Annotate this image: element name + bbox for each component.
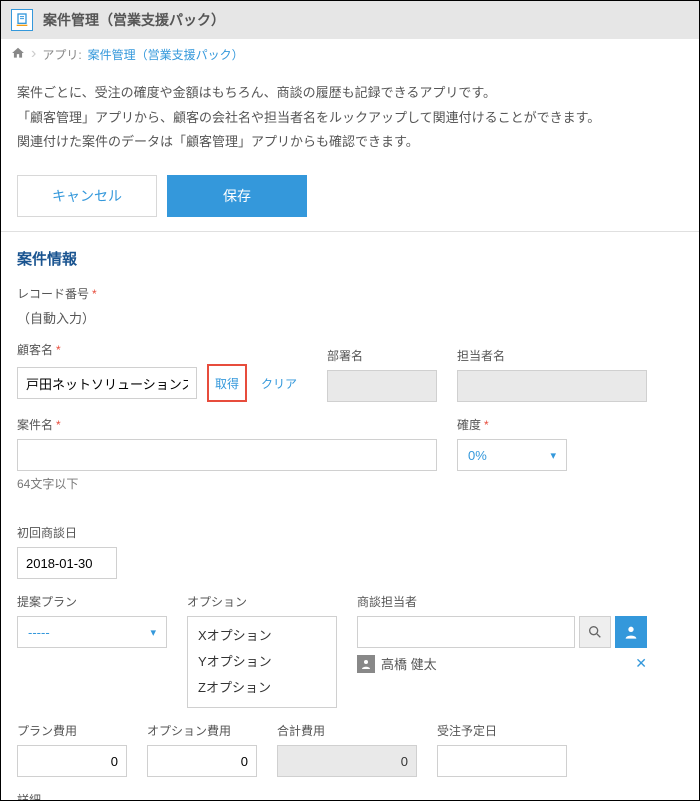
option-cost-label: オプション費用 (147, 722, 257, 739)
record-no-auto: （自動入力） (17, 308, 683, 327)
plan-cost-input[interactable] (17, 745, 127, 777)
order-date-label: 受注予定日 (437, 722, 567, 739)
desc-line: 「顧客管理」アプリから、顧客の会社名や担当者名をルックアップして関連付けることが… (17, 106, 683, 131)
breadcrumb-prefix: アプリ: (42, 46, 81, 63)
avatar-icon (357, 655, 375, 673)
option-cost-input[interactable] (147, 745, 257, 777)
chevron-down-icon: ▾ (150, 626, 156, 639)
customer-input[interactable] (17, 367, 197, 399)
first-meeting-label: 初回商談日 (17, 524, 117, 541)
search-button[interactable] (579, 616, 611, 648)
remove-user-icon[interactable]: ✕ (635, 655, 647, 672)
fetch-highlight: 取得 (207, 364, 247, 402)
department-value (327, 370, 437, 402)
app-title: 案件管理（営業支援パック） (43, 10, 225, 30)
plan-cost-label: プラン費用 (17, 722, 127, 739)
detail-label: 詳細 (17, 791, 683, 801)
plan-label: 提案プラン (17, 593, 167, 610)
clear-link[interactable]: クリア (257, 367, 301, 399)
chevron-right-icon: › (31, 45, 36, 63)
total-cost-label: 合計費用 (277, 722, 417, 739)
record-no-label: レコード番号* (17, 285, 683, 302)
person-icon (623, 624, 639, 640)
option-item[interactable]: Zオプション (198, 675, 326, 701)
app-header: 案件管理（営業支援パック） (1, 1, 699, 39)
contact-value (457, 370, 647, 402)
search-icon (587, 624, 603, 640)
deal-name-label: 案件名* (17, 416, 437, 433)
section-title: 案件情報 (17, 248, 683, 269)
order-date-input[interactable] (437, 745, 567, 777)
department-label: 部署名 (327, 347, 437, 364)
breadcrumb: › アプリ: 案件管理（営業支援パック） (1, 39, 699, 69)
probability-select[interactable]: 0%▾ (457, 439, 567, 471)
customer-label: 顧客名* (17, 341, 307, 358)
user-name: 高橋 健太 (381, 654, 437, 673)
divider (1, 231, 699, 232)
desc-line: 案件ごとに、受注の確度や金額はもちろん、商談の履歴も記録できるアプリです。 (17, 81, 683, 106)
option-item[interactable]: Xオプション (198, 623, 326, 649)
save-button[interactable]: 保存 (167, 175, 307, 217)
options-label: オプション (187, 593, 337, 610)
cancel-button[interactable]: キャンセル (17, 175, 157, 217)
home-icon[interactable] (11, 46, 25, 63)
user-chip: 高橋 健太 ✕ (357, 654, 647, 673)
deal-name-helper: 64文字以下 (17, 475, 437, 492)
plan-select[interactable]: -----▾ (17, 616, 167, 648)
app-description: 案件ごとに、受注の確度や金額はもちろん、商談の履歴も記録できるアプリです。 「顧… (1, 69, 699, 175)
options-list[interactable]: Xオプション Yオプション Zオプション (187, 616, 337, 708)
sales-rep-search-input[interactable] (357, 616, 575, 648)
option-item[interactable]: Yオプション (198, 649, 326, 675)
app-icon (11, 9, 33, 31)
org-picker-button[interactable] (615, 616, 647, 648)
total-cost-value: 0 (277, 745, 417, 777)
fetch-link[interactable]: 取得 (211, 367, 243, 399)
breadcrumb-app-link[interactable]: 案件管理（営業支援パック） (88, 46, 244, 63)
sales-rep-label: 商談担当者 (357, 593, 647, 610)
deal-name-input[interactable] (17, 439, 437, 471)
first-meeting-input[interactable] (17, 547, 117, 579)
chevron-down-icon: ▾ (550, 449, 556, 462)
contact-label: 担当者名 (457, 347, 647, 364)
probability-label: 確度* (457, 416, 567, 433)
desc-line: 関連付けた案件のデータは「顧客管理」アプリからも確認できます。 (17, 130, 683, 155)
